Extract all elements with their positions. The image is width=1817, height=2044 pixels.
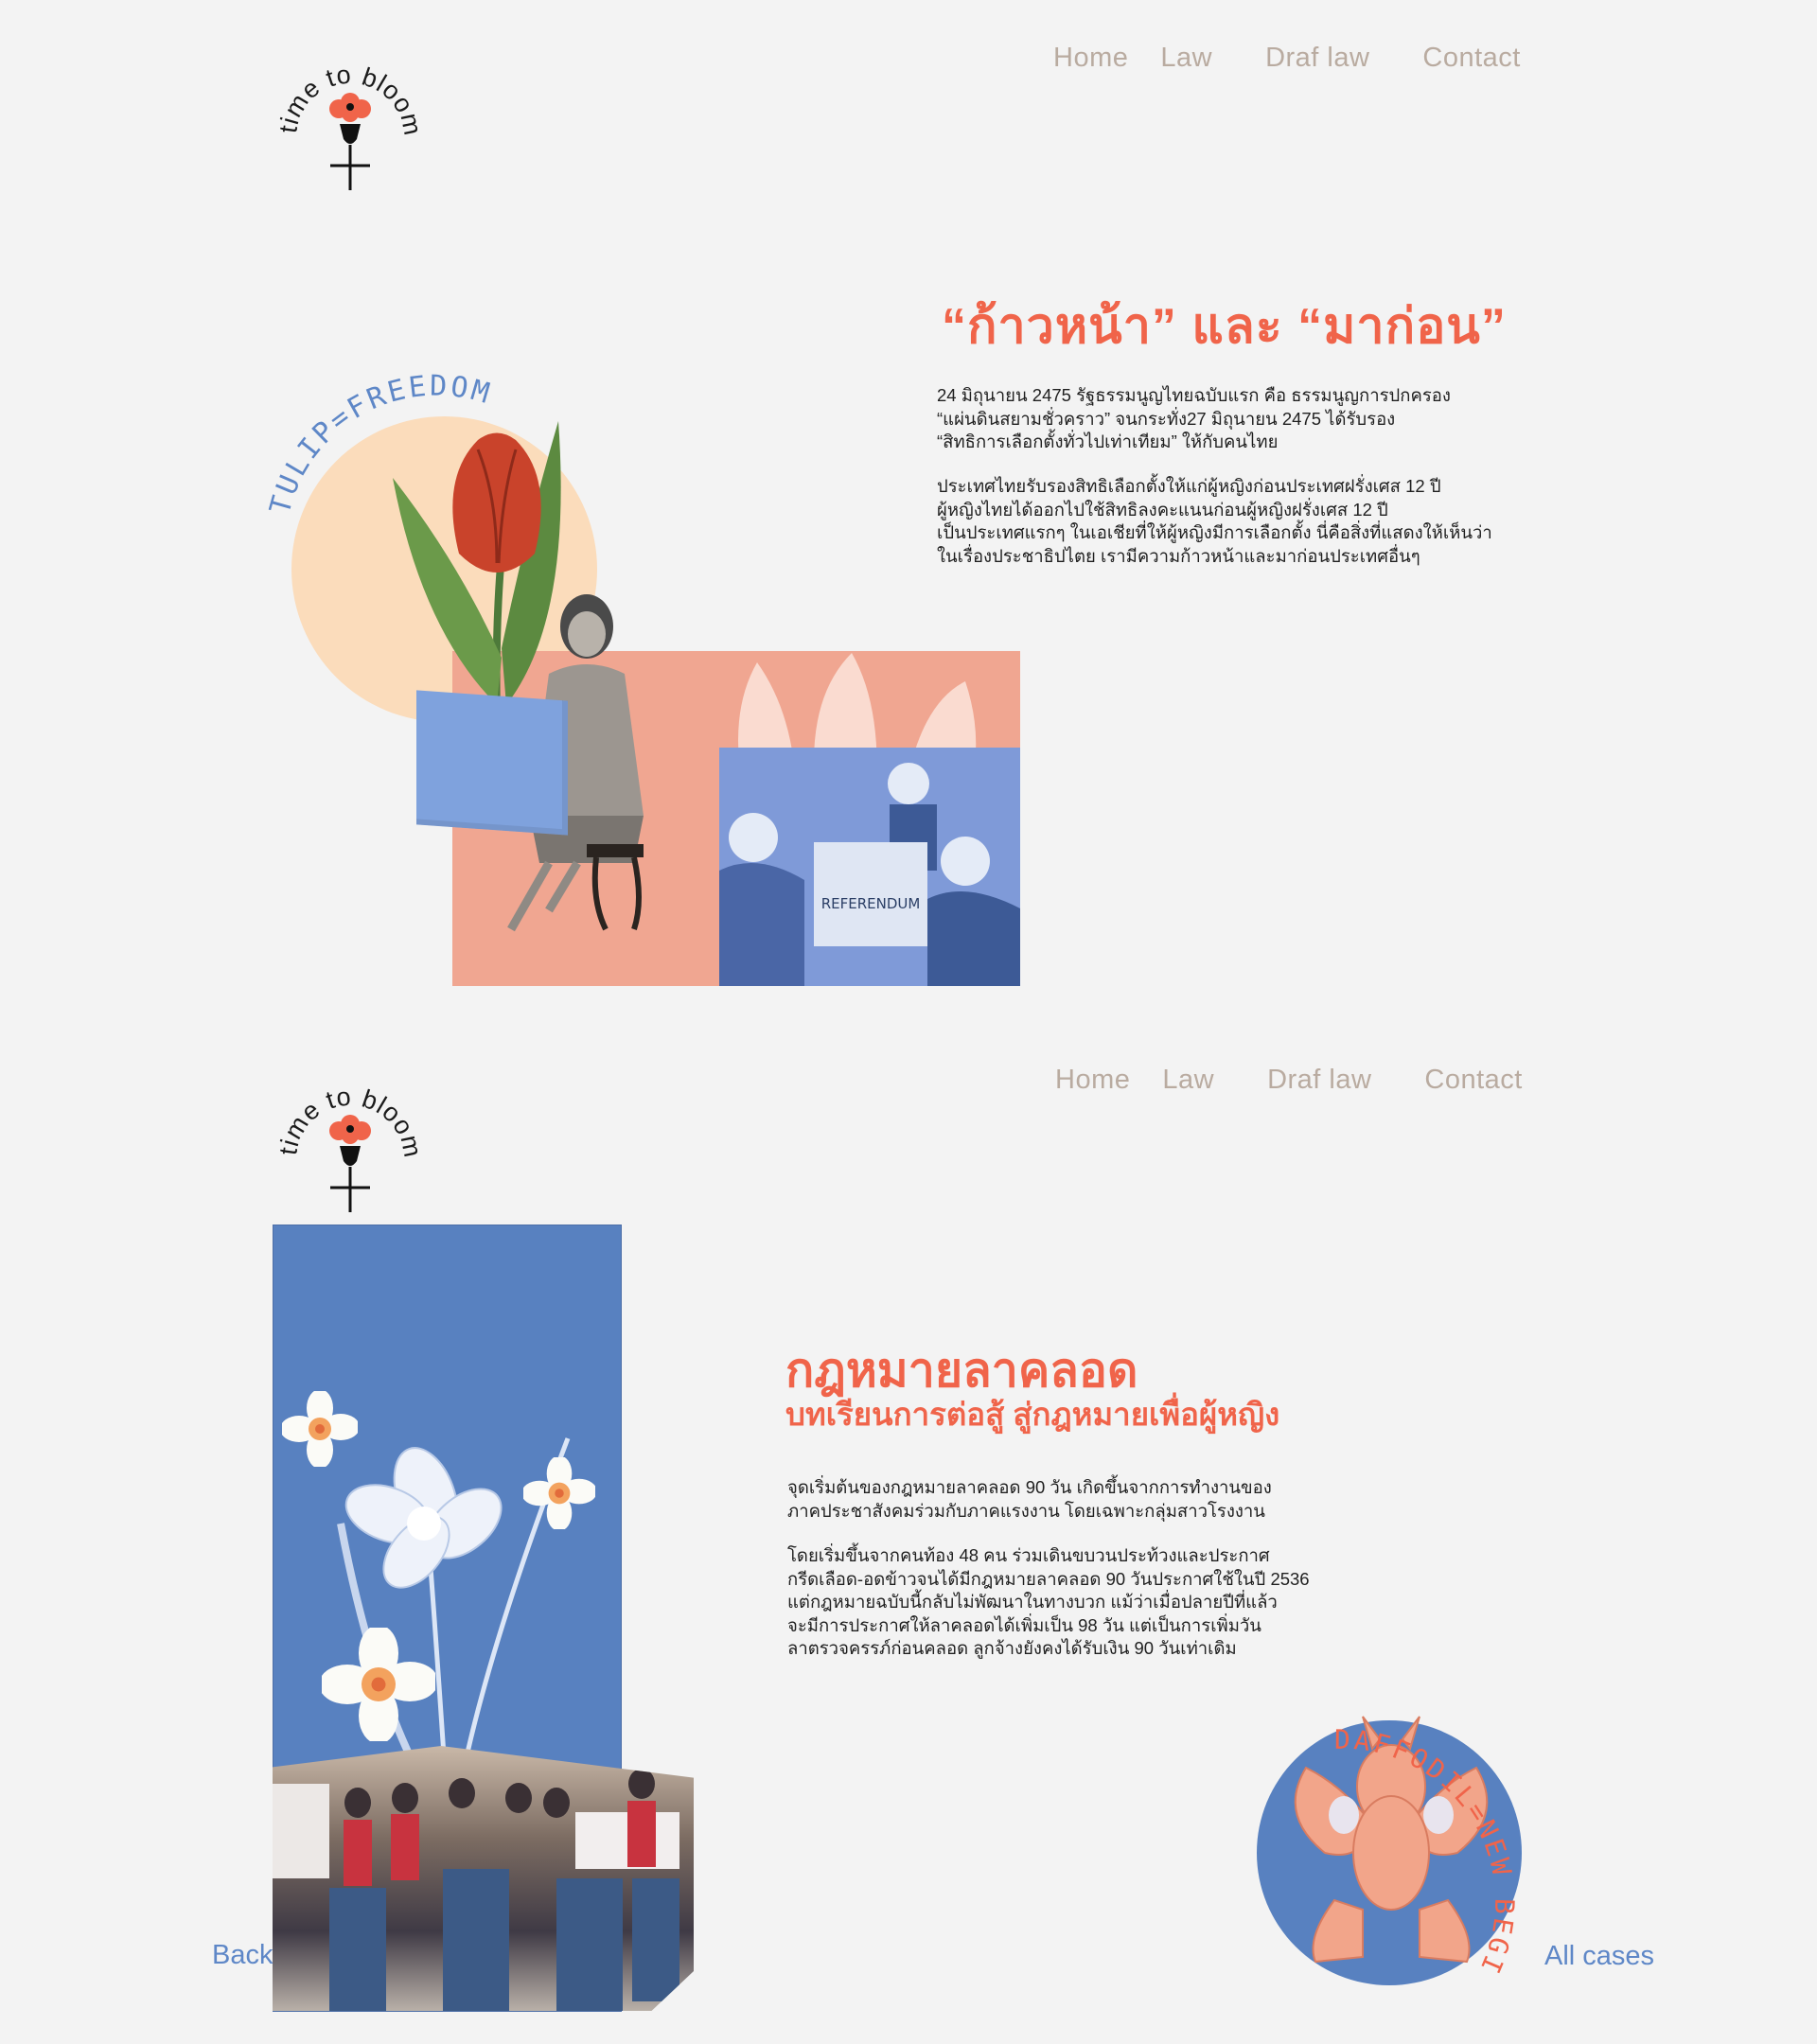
nav-home[interactable]: Home	[1055, 1065, 1130, 1096]
protest-crowd-icon	[273, 1769, 679, 2011]
section1-paragraph-2: ประเทศไทยรับรองสิทธิเลือกตั้งให้แก่ผู้หญ…	[937, 476, 1492, 566]
main-nav: Home Law Draf law Contact	[1055, 1065, 1523, 1096]
logo[interactable]: time to bloom	[270, 33, 431, 194]
nav-draft-law[interactable]: Draf law	[1265, 43, 1369, 74]
svg-text:REFERENDUM: REFERENDUM	[821, 895, 921, 912]
section1-title: “ก้าวหน้า” และ “มาก่อน”	[942, 299, 1507, 354]
nav-contact[interactable]: Contact	[1422, 43, 1520, 74]
daffodil-flower-icon	[322, 1628, 435, 1741]
svg-text:DAFFODIL=NEW BEGINNING: DAFFODIL=NEW BEGINNING	[1230, 1673, 1520, 1981]
all-cases-link[interactable]: All cases	[1544, 1941, 1654, 1972]
section2-title: กฎหมายลาคลอด	[785, 1344, 1138, 1397]
nav-law[interactable]: Law	[1160, 43, 1212, 74]
flower-logo-icon: time to bloom	[273, 61, 427, 190]
section2-subtitle: บทเรียนการต่อสู้ สู่กฎหมายเพื่อผู้หญิง	[785, 1397, 1280, 1432]
daffodil-badge: DAFFODIL=NEW BEGINNING	[1230, 1673, 1520, 1981]
nav-home[interactable]: Home	[1053, 43, 1128, 74]
section2-paragraph-2: โดยเริ่มขึ้นจากคนท้อง 48 คน ร่วมเดินขบวน…	[787, 1545, 1310, 1658]
logo[interactable]: time to bloom	[270, 1055, 431, 1216]
back-link[interactable]: Back	[212, 1940, 273, 1971]
main-nav: Home Law Draf law Contact	[1053, 43, 1521, 74]
daffodil-flower-icon	[523, 1457, 595, 1529]
nav-law[interactable]: Law	[1162, 1065, 1214, 1096]
section2-paragraph-1: จุดเริ่มต้นของกฎหมายลาคลอด 90 วัน เกิดขึ…	[787, 1477, 1272, 1521]
flower-logo-icon: time to bloom	[273, 1083, 427, 1212]
nav-draft-law[interactable]: Draf law	[1267, 1065, 1371, 1096]
daffodil-flower-icon	[282, 1391, 358, 1467]
referendum-scene-icon: REFERENDUM	[719, 763, 1020, 986]
ballot-box-blue	[416, 690, 568, 836]
nav-contact[interactable]: Contact	[1424, 1065, 1522, 1096]
referendum-photo: REFERENDUM	[719, 748, 1020, 986]
section1-paragraph-1: 24 มิถุนายน 2475 รัฐธรรมนูญไทยฉบับแรก คื…	[937, 385, 1451, 451]
protest-photo	[273, 1746, 694, 2011]
